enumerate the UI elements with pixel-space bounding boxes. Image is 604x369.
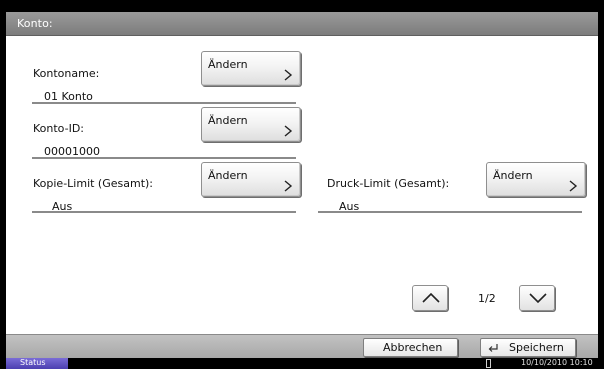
footer-bar: Abbrechen Speichern	[6, 334, 598, 358]
account-name-divider	[32, 102, 296, 104]
change-button-label: Ändern	[208, 58, 248, 71]
chevron-right-icon	[284, 180, 293, 192]
account-id-label: Konto-ID:	[33, 122, 85, 135]
account-id-divider	[32, 157, 296, 159]
change-account-name-button[interactable]: Ändern	[201, 51, 301, 86]
account-panel: Konto: Kontoname: 01 Konto Ändern Konto-…	[6, 12, 598, 358]
chevron-down-icon	[529, 293, 547, 304]
change-button-label: Ändern	[493, 169, 533, 182]
status-button[interactable]: Status	[6, 358, 68, 369]
change-button-label: Ändern	[208, 169, 248, 182]
cancel-button[interactable]: Abbrechen	[363, 338, 458, 357]
status-button-label: Status	[20, 358, 46, 367]
main-content: Kontoname: 01 Konto Ändern Konto-ID: 000…	[6, 36, 598, 334]
memory-icon	[486, 359, 491, 368]
page-title: Konto:	[17, 17, 53, 30]
status-bar: Status 10/10/2010 10:10	[0, 358, 604, 369]
chevron-right-icon	[284, 69, 293, 81]
title-bar: Konto:	[6, 12, 598, 36]
device-screen: Konto: Kontoname: 01 Konto Ändern Konto-…	[0, 0, 604, 369]
chevron-right-icon	[569, 180, 578, 192]
cancel-button-label: Abbrechen	[383, 341, 443, 354]
print-limit-label: Druck-Limit (Gesamt):	[327, 177, 450, 190]
change-button-label: Ändern	[208, 114, 248, 127]
copy-limit-divider	[32, 211, 296, 213]
chevron-right-icon	[284, 125, 293, 137]
copy-limit-label: Kopie-Limit (Gesamt):	[33, 177, 154, 190]
page-down-button[interactable]	[519, 285, 555, 311]
chevron-up-icon	[422, 292, 440, 303]
account-name-label: Kontoname:	[33, 67, 100, 80]
date-time: 10/10/2010 10:10	[521, 358, 593, 367]
print-limit-divider	[318, 211, 582, 213]
change-account-id-button[interactable]: Ändern	[201, 107, 301, 142]
save-button[interactable]: Speichern	[480, 338, 576, 357]
change-print-limit-button[interactable]: Ändern	[486, 162, 586, 197]
page-up-button[interactable]	[412, 285, 448, 311]
page-indicator: 1/2	[478, 292, 496, 305]
enter-icon	[488, 344, 498, 352]
save-button-label: Speichern	[509, 341, 564, 354]
change-copy-limit-button[interactable]: Ändern	[201, 162, 301, 197]
